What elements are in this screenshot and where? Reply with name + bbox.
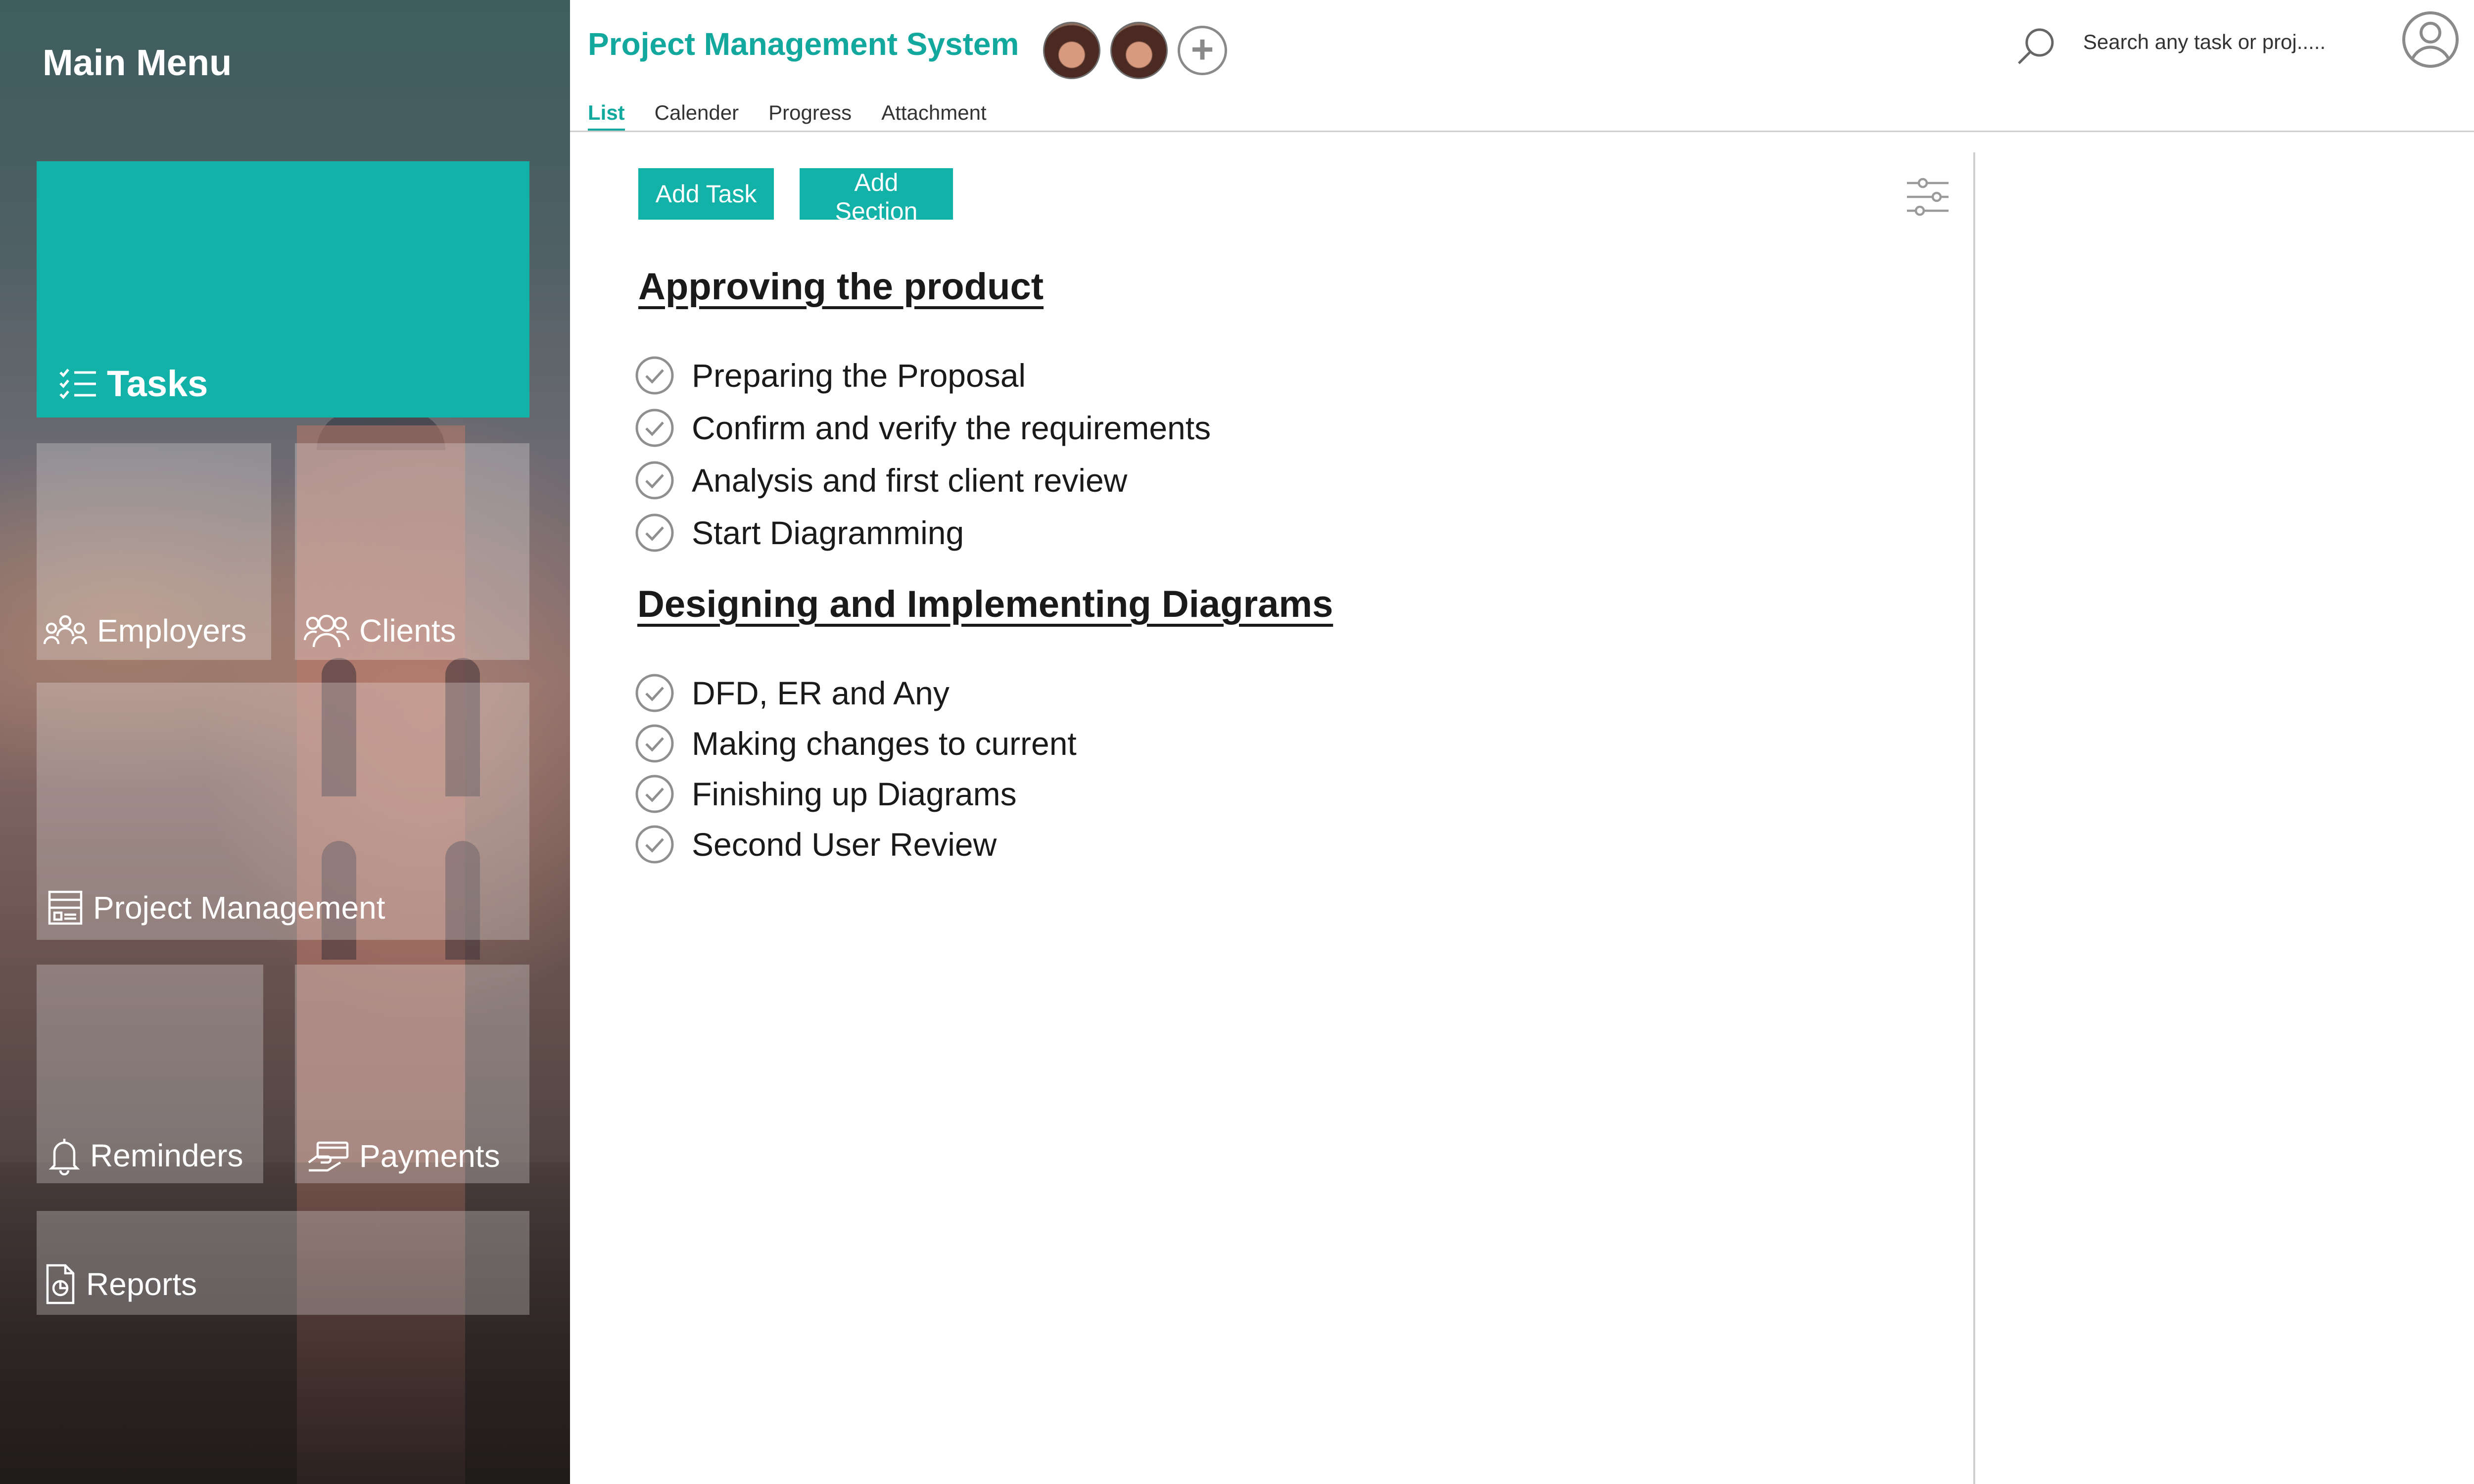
menu-tile-clients[interactable]: Clients <box>295 443 529 660</box>
user-profile-icon[interactable] <box>2401 10 2460 69</box>
check-circle-icon[interactable] <box>634 673 675 713</box>
task-list: Preparing the Proposal Confirm and verif… <box>634 349 1211 559</box>
tab-list[interactable]: List <box>588 101 625 131</box>
menu-tile-employers-label: Employers <box>44 612 246 649</box>
team-member-avatar[interactable] <box>1110 22 1168 79</box>
menu-tile-payments-label: Payments <box>307 1138 500 1174</box>
task-title: Analysis and first client review <box>692 462 1128 499</box>
task-list: DFD, ER and Any Making changes to curren… <box>634 668 1077 870</box>
check-circle-icon[interactable] <box>634 408 675 448</box>
tasks-icon <box>59 368 96 399</box>
task-item[interactable]: DFD, ER and Any <box>634 668 1077 718</box>
menu-tile-employers[interactable]: Employers <box>37 443 271 660</box>
menu-tile-label: Clients <box>359 613 456 649</box>
menu-tile-project-management-label: Project Management <box>48 889 385 926</box>
menu-tile-label: Payments <box>359 1138 500 1174</box>
menu-tile-label: Employers <box>97 613 247 649</box>
menu-tile-reports-label: Reports <box>45 1263 197 1305</box>
add-member-icon[interactable]: + <box>1178 26 1227 75</box>
menu-tile-clients-label: Clients <box>304 612 456 649</box>
task-title: Preparing the Proposal <box>692 357 1026 394</box>
reports-icon <box>46 1264 75 1304</box>
menu-tile-project-management[interactable]: Project Management <box>37 683 529 940</box>
app-title: Project Management System <box>588 26 1019 62</box>
task-title: Second User Review <box>692 826 997 863</box>
check-circle-icon[interactable] <box>634 824 675 865</box>
add-task-button[interactable]: Add Task <box>638 168 774 220</box>
search-icon[interactable] <box>2015 26 2056 67</box>
task-item[interactable]: Confirm and verify the requirements <box>634 402 1211 454</box>
view-tabs: List Calender Progress Attachment <box>588 101 1016 131</box>
menu-tile-tasks-label: Tasks <box>58 363 208 405</box>
search-input[interactable] <box>2083 25 2340 59</box>
task-title: Start Diagramming <box>692 514 964 551</box>
team-member-avatar[interactable] <box>1043 22 1100 79</box>
content-divider <box>1973 152 1975 1484</box>
add-section-button[interactable]: Add Section <box>800 168 953 225</box>
task-title: Confirm and verify the requirements <box>692 410 1211 446</box>
header-divider <box>570 131 2474 132</box>
employers-icon <box>44 615 87 645</box>
task-item[interactable]: Making changes to current <box>634 718 1077 769</box>
reminders-icon <box>48 1139 80 1175</box>
section-title: Designing and Implementing Diagrams <box>637 583 1333 625</box>
check-circle-icon[interactable] <box>634 774 675 814</box>
task-item[interactable]: Finishing up Diagrams <box>634 769 1077 819</box>
main-menu-sidebar: Main Menu Tasks Employers Clients Projec… <box>0 0 570 1484</box>
check-circle-icon[interactable] <box>634 512 675 553</box>
sidebar-title: Main Menu <box>43 42 232 83</box>
check-circle-icon[interactable] <box>634 723 675 764</box>
menu-tile-reminders[interactable]: Reminders <box>37 965 263 1183</box>
section-title: Approving the product <box>638 266 1044 308</box>
tab-calender[interactable]: Calender <box>655 101 739 131</box>
task-item[interactable]: Analysis and first client review <box>634 454 1211 507</box>
project-management-icon <box>48 890 83 925</box>
menu-tile-label: Project Management <box>93 890 385 926</box>
task-item[interactable]: Preparing the Proposal <box>634 349 1211 402</box>
task-title: Making changes to current <box>692 725 1077 762</box>
menu-tile-tasks[interactable]: Tasks <box>37 161 529 417</box>
tab-attachment[interactable]: Attachment <box>881 101 986 131</box>
check-circle-icon[interactable] <box>634 460 675 501</box>
clients-icon <box>304 614 349 648</box>
task-item[interactable]: Start Diagramming <box>634 507 1211 559</box>
menu-tile-reminders-label: Reminders <box>48 1136 243 1175</box>
menu-tile-label: Reminders <box>90 1138 243 1173</box>
menu-tile-payments[interactable]: Payments <box>295 965 529 1183</box>
menu-tile-reports[interactable]: Reports <box>37 1211 529 1315</box>
payments-icon <box>308 1141 349 1172</box>
task-item[interactable]: Second User Review <box>634 819 1077 870</box>
task-title: DFD, ER and Any <box>692 675 950 711</box>
task-title: Finishing up Diagrams <box>692 776 1017 812</box>
check-circle-icon[interactable] <box>634 355 675 396</box>
tab-progress[interactable]: Progress <box>768 101 852 131</box>
filter-settings-icon[interactable] <box>1905 176 1951 218</box>
app-window: Main Menu Tasks Employers Clients Projec… <box>0 0 2474 1484</box>
menu-tile-label: Tasks <box>107 363 208 404</box>
menu-tile-label: Reports <box>86 1266 197 1302</box>
